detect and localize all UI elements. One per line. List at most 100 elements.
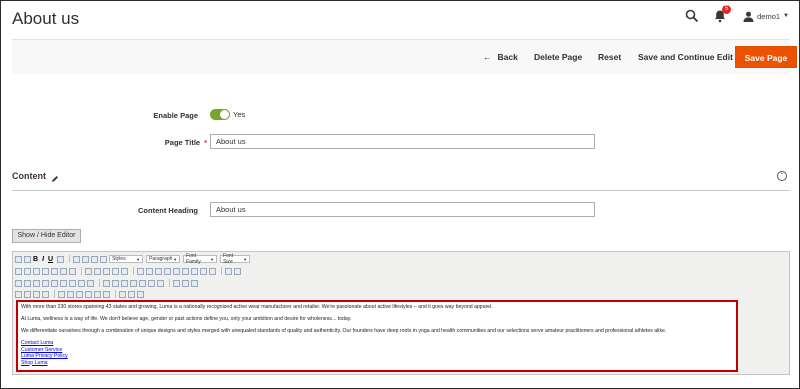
page-title-input[interactable]: [210, 134, 595, 149]
insert-col-after-icon[interactable]: [78, 279, 85, 287]
indent-icon[interactable]: [112, 267, 119, 275]
outdent-icon[interactable]: [103, 267, 110, 275]
paragraph-select-label: Paragraph: [149, 256, 173, 262]
styles-select[interactable]: Styles ▼: [109, 255, 144, 263]
toolbar-separator: [69, 255, 71, 263]
toolbar-separator: [81, 267, 82, 275]
bold-icon[interactable]: B: [33, 256, 38, 263]
notifications-bell-icon[interactable]: 5: [713, 5, 732, 23]
cut-icon[interactable]: [15, 267, 22, 275]
enable-page-toggle[interactable]: [210, 109, 230, 120]
find-icon[interactable]: [60, 267, 67, 275]
row-props-icon[interactable]: [24, 279, 31, 287]
background-color-icon[interactable]: [234, 267, 241, 275]
visual-chars-icon[interactable]: [119, 290, 126, 298]
image-icon[interactable]: [182, 267, 189, 275]
underline-icon[interactable]: U: [48, 256, 53, 263]
shop-luma-link[interactable]: Shop Luma: [21, 360, 733, 367]
insert-layer-icon[interactable]: [15, 290, 22, 298]
content-heading-label: Content Heading: [138, 206, 198, 215]
remove-format-icon[interactable]: [112, 279, 119, 287]
user-icon[interactable]: [743, 11, 754, 22]
insert-col-before-icon[interactable]: [69, 279, 76, 287]
font-size-select-label: Font Size: [223, 253, 234, 265]
cleanup-code-icon[interactable]: [191, 267, 198, 275]
help-icon[interactable]: [200, 267, 207, 275]
text-color-icon[interactable]: [225, 267, 232, 275]
align-left-icon[interactable]: [73, 255, 81, 263]
editor-content-area[interactable]: With more than 230 stores spanning 43 st…: [16, 300, 738, 372]
unlink-icon[interactable]: [164, 267, 171, 275]
cite-icon[interactable]: [58, 290, 65, 298]
align-justify-icon[interactable]: [100, 255, 108, 263]
subscript-icon[interactable]: [130, 279, 137, 287]
superscript-icon[interactable]: [139, 279, 146, 287]
cell-props-icon[interactable]: [33, 279, 40, 287]
cleanup-icon[interactable]: [24, 255, 31, 263]
non-breaking-icon[interactable]: [128, 290, 135, 298]
move-forward-icon[interactable]: [24, 290, 31, 298]
align-center-icon[interactable]: [82, 255, 90, 263]
insert-row-after-icon[interactable]: [51, 279, 58, 287]
dropdown-arrow-icon: ▼: [210, 256, 215, 262]
editor-toolbar-row-3: [15, 278, 200, 288]
redo-icon[interactable]: [146, 267, 153, 275]
move-backward-icon[interactable]: [33, 290, 40, 298]
paste-text-icon[interactable]: [42, 267, 49, 275]
content-section-title[interactable]: Content: [12, 171, 46, 181]
collapse-section-icon[interactable]: ⌃: [777, 171, 787, 181]
user-menu-caret-icon[interactable]: ▼: [783, 13, 789, 19]
page-break-icon[interactable]: [137, 290, 144, 298]
html-source-icon[interactable]: [209, 267, 216, 275]
new-document-icon[interactable]: [15, 255, 22, 263]
special-char-icon[interactable]: [148, 279, 155, 287]
paste-icon[interactable]: [33, 267, 40, 275]
insert-row-before-icon[interactable]: [42, 279, 49, 287]
font-family-select[interactable]: Font Family ▼: [183, 253, 218, 265]
visual-aid-icon[interactable]: [121, 279, 128, 287]
replace-icon[interactable]: [69, 267, 76, 275]
table-icon[interactable]: [15, 279, 22, 287]
copy-icon[interactable]: [24, 267, 31, 275]
save-page-button[interactable]: Save Page: [735, 46, 797, 68]
page-title-label: Page Title *: [141, 138, 207, 147]
paragraph-select[interactable]: Paragraph ▼: [146, 255, 181, 263]
align-right-icon[interactable]: [91, 255, 99, 263]
show-hide-editor-button[interactable]: Show / Hide Editor: [12, 229, 81, 243]
acronym-icon[interactable]: [76, 290, 83, 298]
horizontal-rule-icon[interactable]: [103, 279, 110, 287]
attribs-icon[interactable]: [103, 290, 110, 298]
toggle-knob: [220, 110, 229, 119]
undo-icon[interactable]: [137, 267, 144, 275]
section-divider: [12, 190, 790, 191]
wysiwyg-editor: B I U Styles ▼ Paragraph ▼ Font Family ▼ Fo…: [12, 251, 790, 375]
numbered-list-icon[interactable]: [94, 267, 101, 275]
abbr-icon[interactable]: [67, 290, 74, 298]
paste-word-icon[interactable]: [51, 267, 58, 275]
ins-icon[interactable]: [94, 290, 101, 298]
back-arrow-icon: ←: [483, 52, 492, 62]
rtl-icon[interactable]: [182, 279, 189, 287]
save-and-continue-button[interactable]: Save and Continue Edit: [638, 52, 733, 62]
link-icon[interactable]: [155, 267, 162, 275]
search-icon[interactable]: [685, 9, 699, 23]
header-actions: 5 demo1 ▼: [685, 5, 789, 23]
font-size-select[interactable]: Font Size ▼: [220, 253, 251, 265]
user-name[interactable]: demo1: [757, 12, 780, 21]
italic-icon[interactable]: I: [42, 256, 44, 263]
content-heading-input[interactable]: [210, 202, 595, 217]
absolute-icon[interactable]: [42, 290, 49, 298]
anchor-icon[interactable]: [173, 267, 180, 275]
ltr-icon[interactable]: [173, 279, 180, 287]
media-icon[interactable]: [157, 279, 164, 287]
delete-col-icon[interactable]: [87, 279, 94, 287]
delete-row-icon[interactable]: [60, 279, 67, 287]
strikethrough-icon[interactable]: [57, 255, 65, 263]
reset-button[interactable]: Reset: [598, 52, 621, 62]
del-icon[interactable]: [85, 290, 92, 298]
fullscreen-icon[interactable]: [191, 279, 198, 287]
delete-page-button[interactable]: Delete Page: [534, 52, 582, 62]
bullet-list-icon[interactable]: [85, 267, 92, 275]
blockquote-icon[interactable]: [121, 267, 128, 275]
back-button[interactable]: ← Back: [483, 52, 518, 62]
